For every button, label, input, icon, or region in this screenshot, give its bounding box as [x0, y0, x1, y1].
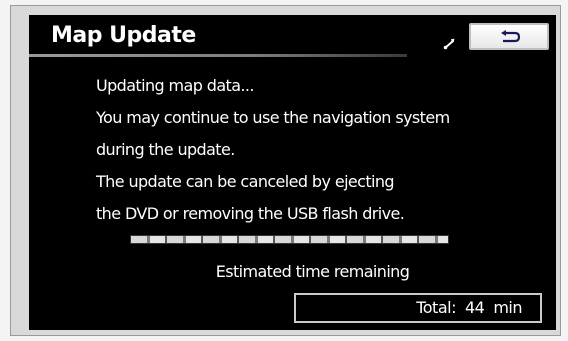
nav-screen: Map Update Updating map data... You may …: [29, 15, 556, 330]
return-arrow-icon: [501, 29, 521, 42]
total-time-box: Total: 44 min: [294, 293, 542, 323]
message-line: You may continue to use the navigation s…: [96, 108, 450, 127]
total-value: 44: [464, 298, 485, 317]
total-unit: min: [493, 298, 522, 317]
message-line: The update can be canceled by ejecting: [96, 172, 395, 191]
update-message: Updating map data... You may continue to…: [96, 70, 450, 230]
progress-fill: [131, 236, 448, 243]
title-underline: [29, 54, 407, 57]
total-time-text: Total: 44 min: [416, 298, 522, 317]
estimated-time-label: Estimated time remaining: [215, 262, 410, 281]
message-line: Updating map data...: [96, 76, 254, 95]
message-line: during the update.: [96, 140, 235, 159]
page-title: Map Update: [51, 23, 196, 48]
signal-icon: [443, 38, 455, 50]
total-label: Total:: [416, 298, 456, 317]
progress-bar: [130, 235, 449, 244]
message-line: the DVD or removing the USB flash drive.: [96, 204, 405, 223]
back-button[interactable]: [469, 23, 549, 50]
